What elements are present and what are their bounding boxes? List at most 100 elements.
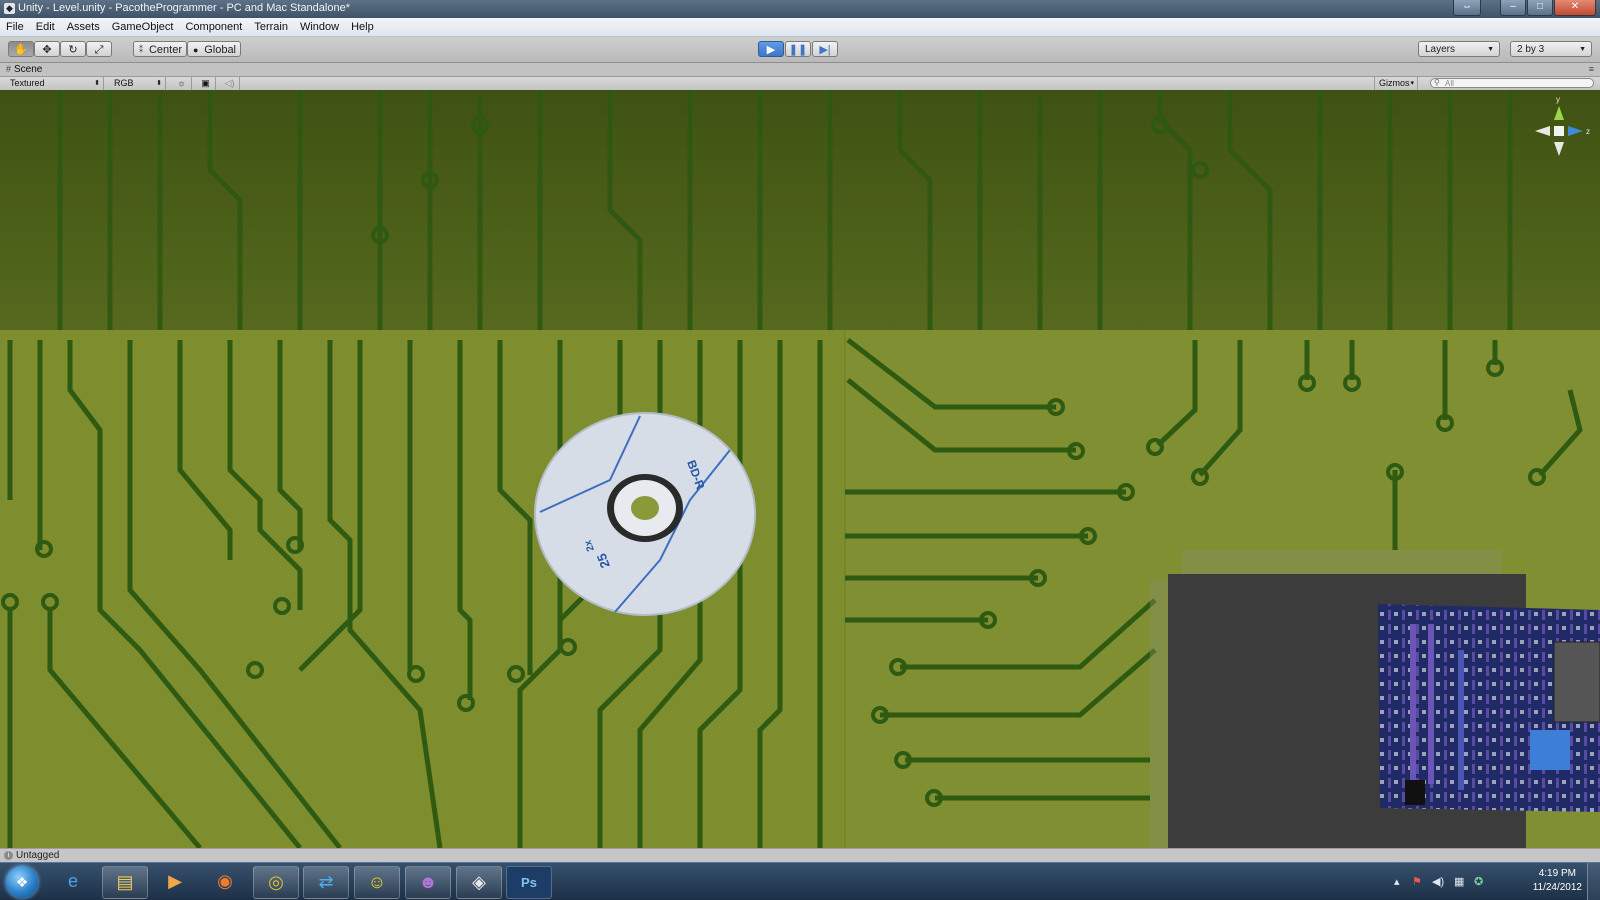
search-icon: ⚲ bbox=[1434, 78, 1440, 87]
scene-toolbar: Textured ⬍ RGB ⬍ ☼ ▣ ◁) Gizmos ▾ ⚲ All bbox=[0, 77, 1600, 91]
layout-dropdown[interactable]: 2 by 3 ▼ bbox=[1510, 41, 1592, 57]
taskbar-file-explorer[interactable]: ▤ bbox=[102, 866, 148, 899]
taskbar-aim[interactable]: ☺ bbox=[354, 866, 400, 899]
firefox-icon: ◉ bbox=[217, 871, 233, 891]
search-placeholder: All bbox=[1445, 79, 1454, 88]
gizmo-axis-z-label: z bbox=[1586, 127, 1590, 136]
taskbar-chrome[interactable]: ◎ bbox=[253, 866, 299, 899]
menu-help[interactable]: Help bbox=[345, 18, 380, 36]
move-icon: ✥ bbox=[42, 44, 52, 56]
step-icon: ▶| bbox=[819, 44, 831, 56]
layers-dropdown[interactable]: Layers ▼ bbox=[1418, 41, 1500, 57]
color-mode-dropdown[interactable]: RGB ⬍ bbox=[110, 77, 166, 90]
motherboard-model bbox=[1378, 604, 1600, 812]
color-mode-label: RGB bbox=[114, 78, 134, 88]
scene-viewport[interactable]: BD-R 25 2x y z bbox=[0, 90, 1600, 848]
internet-explorer-icon: e bbox=[67, 871, 78, 891]
pivot-center-button[interactable]: ⁑ Center bbox=[133, 41, 187, 57]
tab-scene[interactable]: # Scene bbox=[6, 63, 42, 76]
step-button[interactable]: ▶| bbox=[812, 41, 838, 57]
globe-icon: ● bbox=[193, 45, 199, 55]
taskbar-internet-explorer[interactable]: e bbox=[50, 866, 96, 899]
pivot-global-button[interactable]: ● Global bbox=[187, 41, 241, 57]
action-center-flag-icon[interactable]: ⚑ bbox=[1412, 875, 1422, 888]
pause-button[interactable]: ❚❚ bbox=[785, 41, 811, 57]
scene-tab-bar: # Scene ≡ bbox=[0, 63, 1600, 77]
volume-icon[interactable]: ◀) bbox=[1432, 875, 1444, 888]
hand-tool-button[interactable]: ✋ bbox=[8, 41, 34, 57]
menu-gameobject[interactable]: GameObject bbox=[106, 18, 180, 36]
teamviewer-icon: ⇄ bbox=[318, 872, 334, 892]
photoshop-icon: Ps bbox=[521, 875, 537, 890]
main-toolbar: ✋ ✥ ↻ ⤢ ⁑ Center ● Global ▶ ❚❚ ▶| Layers… bbox=[0, 37, 1600, 63]
chevron-down-icon: ▾ bbox=[1410, 80, 1414, 87]
pause-icon: ❚❚ bbox=[788, 44, 808, 56]
folder-icon: ▤ bbox=[116, 872, 134, 892]
show-hidden-icons-icon[interactable]: ▴ bbox=[1394, 875, 1400, 888]
info-icon: i bbox=[4, 850, 13, 860]
hand-icon: ✋ bbox=[14, 44, 28, 56]
scene-tab-label: Scene bbox=[14, 64, 43, 75]
chrome-icon: ◎ bbox=[268, 872, 284, 892]
layout-label: 2 by 3 bbox=[1517, 44, 1545, 55]
pivot-center-label: Center bbox=[148, 44, 182, 56]
antivirus-icon[interactable]: ✪ bbox=[1474, 875, 1483, 888]
close-button[interactable]: ✕ bbox=[1554, 0, 1596, 16]
network-icon[interactable]: ▦ bbox=[1454, 875, 1464, 888]
minimize-button[interactable]: – bbox=[1500, 0, 1526, 16]
menu-file[interactable]: File bbox=[0, 18, 30, 36]
aim-running-man-icon: ☺ bbox=[367, 872, 387, 892]
menu-terrain[interactable]: Terrain bbox=[248, 18, 294, 36]
clock-time: 4:19 PM bbox=[1538, 868, 1576, 879]
menu-component[interactable]: Component bbox=[179, 18, 248, 36]
taskbar-photoshop[interactable]: Ps bbox=[506, 866, 552, 899]
grid-icon: # bbox=[6, 64, 12, 74]
window-title: Unity - Level.unity - PacotheProgrammer … bbox=[18, 2, 350, 14]
pivot-icon: ⁑ bbox=[139, 45, 143, 54]
clock-date: 11/24/2012 bbox=[1532, 882, 1582, 893]
unity-app-icon[interactable]: ◆ bbox=[4, 3, 15, 14]
render-mode-dropdown[interactable]: Textured ⬍ bbox=[6, 77, 104, 90]
move-tool-button[interactable]: ✥ bbox=[34, 41, 60, 57]
scene-search-input[interactable]: ⚲ All bbox=[1430, 78, 1594, 88]
chevron-down-icon: ▼ bbox=[1579, 46, 1586, 53]
restore-down-button[interactable]: ⇔ bbox=[1453, 0, 1481, 16]
layers-label: Layers bbox=[1425, 44, 1456, 55]
taskbar-clock[interactable]: 4:19 PM 11/24/2012 bbox=[1533, 867, 1582, 895]
status-text: Untagged bbox=[16, 850, 60, 861]
bluray-disc-model: BD-R 25 2x bbox=[534, 412, 756, 616]
scale-tool-button[interactable]: ⤢ bbox=[86, 41, 112, 57]
taskbar-unity[interactable]: ◈ bbox=[456, 866, 502, 899]
show-desktop-button[interactable] bbox=[1587, 863, 1600, 900]
chevron-updown-icon: ⬍ bbox=[94, 80, 100, 87]
taskbar-teamviewer[interactable]: ⇄ bbox=[303, 866, 349, 899]
windows-start-button[interactable]: ❖ bbox=[6, 866, 38, 898]
scene-audio-toggle[interactable]: ◁) bbox=[220, 77, 240, 90]
taskbar-firefox[interactable]: ◉ bbox=[202, 866, 248, 899]
window-controls: ⇔ – □ ✕ bbox=[1453, 0, 1596, 16]
windows-taskbar: ❖ e ▤ ▶ ◉ ◎ ⇄ ☺ ☻ ◈ Ps ▴ ⚑ ◀) ▦ ✪ 4:19 P… bbox=[0, 862, 1600, 900]
media-player-icon: ▶ bbox=[168, 871, 182, 891]
gizmos-label: Gizmos bbox=[1379, 78, 1410, 88]
status-bar: i Untagged bbox=[0, 848, 1600, 863]
panel-menu-icon[interactable]: ≡ bbox=[1589, 64, 1594, 74]
menu-window[interactable]: Window bbox=[294, 18, 345, 36]
system-tray: ▴ ⚑ ◀) ▦ ✪ 4:19 PM 11/24/2012 bbox=[1376, 863, 1600, 900]
unity-icon: ◈ bbox=[472, 872, 486, 892]
menu-assets[interactable]: Assets bbox=[61, 18, 106, 36]
scene-overlay-toggle[interactable]: ▣ bbox=[196, 77, 216, 90]
speaker-icon: ◁) bbox=[224, 78, 235, 88]
taskbar-media-player[interactable]: ▶ bbox=[152, 866, 198, 899]
play-button[interactable]: ▶ bbox=[758, 41, 784, 57]
sun-icon: ☼ bbox=[177, 78, 186, 88]
maximize-button[interactable]: □ bbox=[1527, 0, 1553, 16]
menu-edit[interactable]: Edit bbox=[30, 18, 61, 36]
rotate-tool-button[interactable]: ↻ bbox=[60, 41, 86, 57]
taskbar-yahoo-messenger[interactable]: ☻ bbox=[405, 866, 451, 899]
scene-render: BD-R 25 2x y z bbox=[0, 90, 1600, 848]
scene-lighting-toggle[interactable]: ☼ bbox=[172, 77, 192, 90]
windows-logo-icon: ❖ bbox=[15, 874, 29, 890]
gizmos-dropdown[interactable]: Gizmos ▾ bbox=[1374, 77, 1418, 90]
yahoo-messenger-icon: ☻ bbox=[418, 872, 438, 892]
window-title-bar: ◆ Unity - Level.unity - PacotheProgramme… bbox=[0, 0, 1600, 18]
